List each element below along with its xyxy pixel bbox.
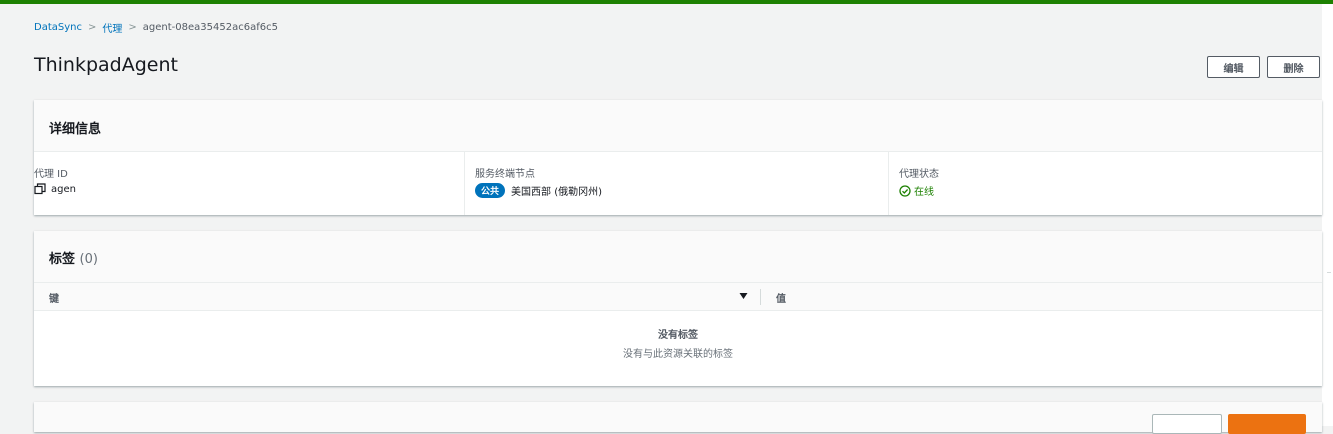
agent-id-label: 代理 ID [34, 169, 68, 180]
caret-down-icon[interactable] [739, 292, 748, 300]
breadcrumb: DataSync > 代理 > agent-08ea35452ac6af6c5 [34, 20, 278, 35]
endpoint-value: 美国西部 (俄勒冈州) [511, 187, 602, 198]
tags-table-header: 键 值 [34, 283, 1322, 311]
check-circle-icon [899, 184, 911, 197]
primary-button[interactable] [1228, 414, 1306, 434]
endpoint-label: 服务终端节点 [475, 169, 535, 180]
redaction-mask [96, 161, 208, 181]
column-divider[interactable] [760, 289, 761, 305]
column-header-value[interactable]: 值 [776, 290, 786, 305]
breadcrumb-current: agent-08ea35452ac6af6c5 [142, 22, 278, 33]
public-badge: 公共 [475, 183, 506, 198]
details-header: 详细信息 [34, 100, 1322, 152]
delete-button[interactable]: 删除 [1267, 56, 1320, 78]
status-value: 在线 [914, 187, 934, 198]
empty-state-description: 没有与此资源关联的标签 [623, 349, 733, 360]
tags-panel: 标签 (0) 键 值 没有标签 没有与此资源关联的标签 [34, 231, 1322, 386]
details-panel: 详细信息 代理 ID agen 服务终端节点 公共 美国西部 (俄勒冈州) 代理… [34, 100, 1322, 215]
chevron-right-icon: > [87, 22, 97, 33]
top-accent-bar [0, 0, 1333, 4]
status-column: 代理状态 在线 [888, 152, 1323, 215]
tags-title-text: 标签 [49, 252, 76, 267]
chevron-right-icon: > [128, 22, 137, 33]
agent-id-value: agen [51, 183, 76, 195]
endpoint-column: 服务终端节点 公共 美国西部 (俄勒冈州) [464, 152, 889, 215]
breadcrumb-agents[interactable]: 代理 [102, 20, 122, 35]
endpoint-value-row: 公共 美国西部 (俄勒冈州) [475, 183, 602, 198]
empty-state-title: 没有标签 [658, 330, 698, 341]
tags-header: 标签 (0) [34, 231, 1322, 283]
edge-tick [1327, 272, 1331, 273]
right-edge-strip [1322, 4, 1333, 426]
status-label: 代理状态 [899, 169, 939, 180]
details-title: 详细信息 [49, 122, 102, 137]
breadcrumb-datasync[interactable]: DataSync [34, 22, 82, 33]
column-header-key[interactable]: 键 [49, 290, 59, 305]
page-title: ThinkpadAgent [34, 54, 178, 76]
copy-icon[interactable] [34, 183, 46, 195]
agent-id-value-row: agen [34, 183, 76, 195]
tags-title: 标签 (0) [49, 248, 98, 267]
status-value-row: 在线 [899, 183, 934, 198]
next-panel [34, 402, 1322, 434]
edit-button[interactable]: 编辑 [1207, 56, 1260, 78]
secondary-button[interactable] [1152, 414, 1222, 434]
tags-count: (0) [79, 252, 98, 267]
